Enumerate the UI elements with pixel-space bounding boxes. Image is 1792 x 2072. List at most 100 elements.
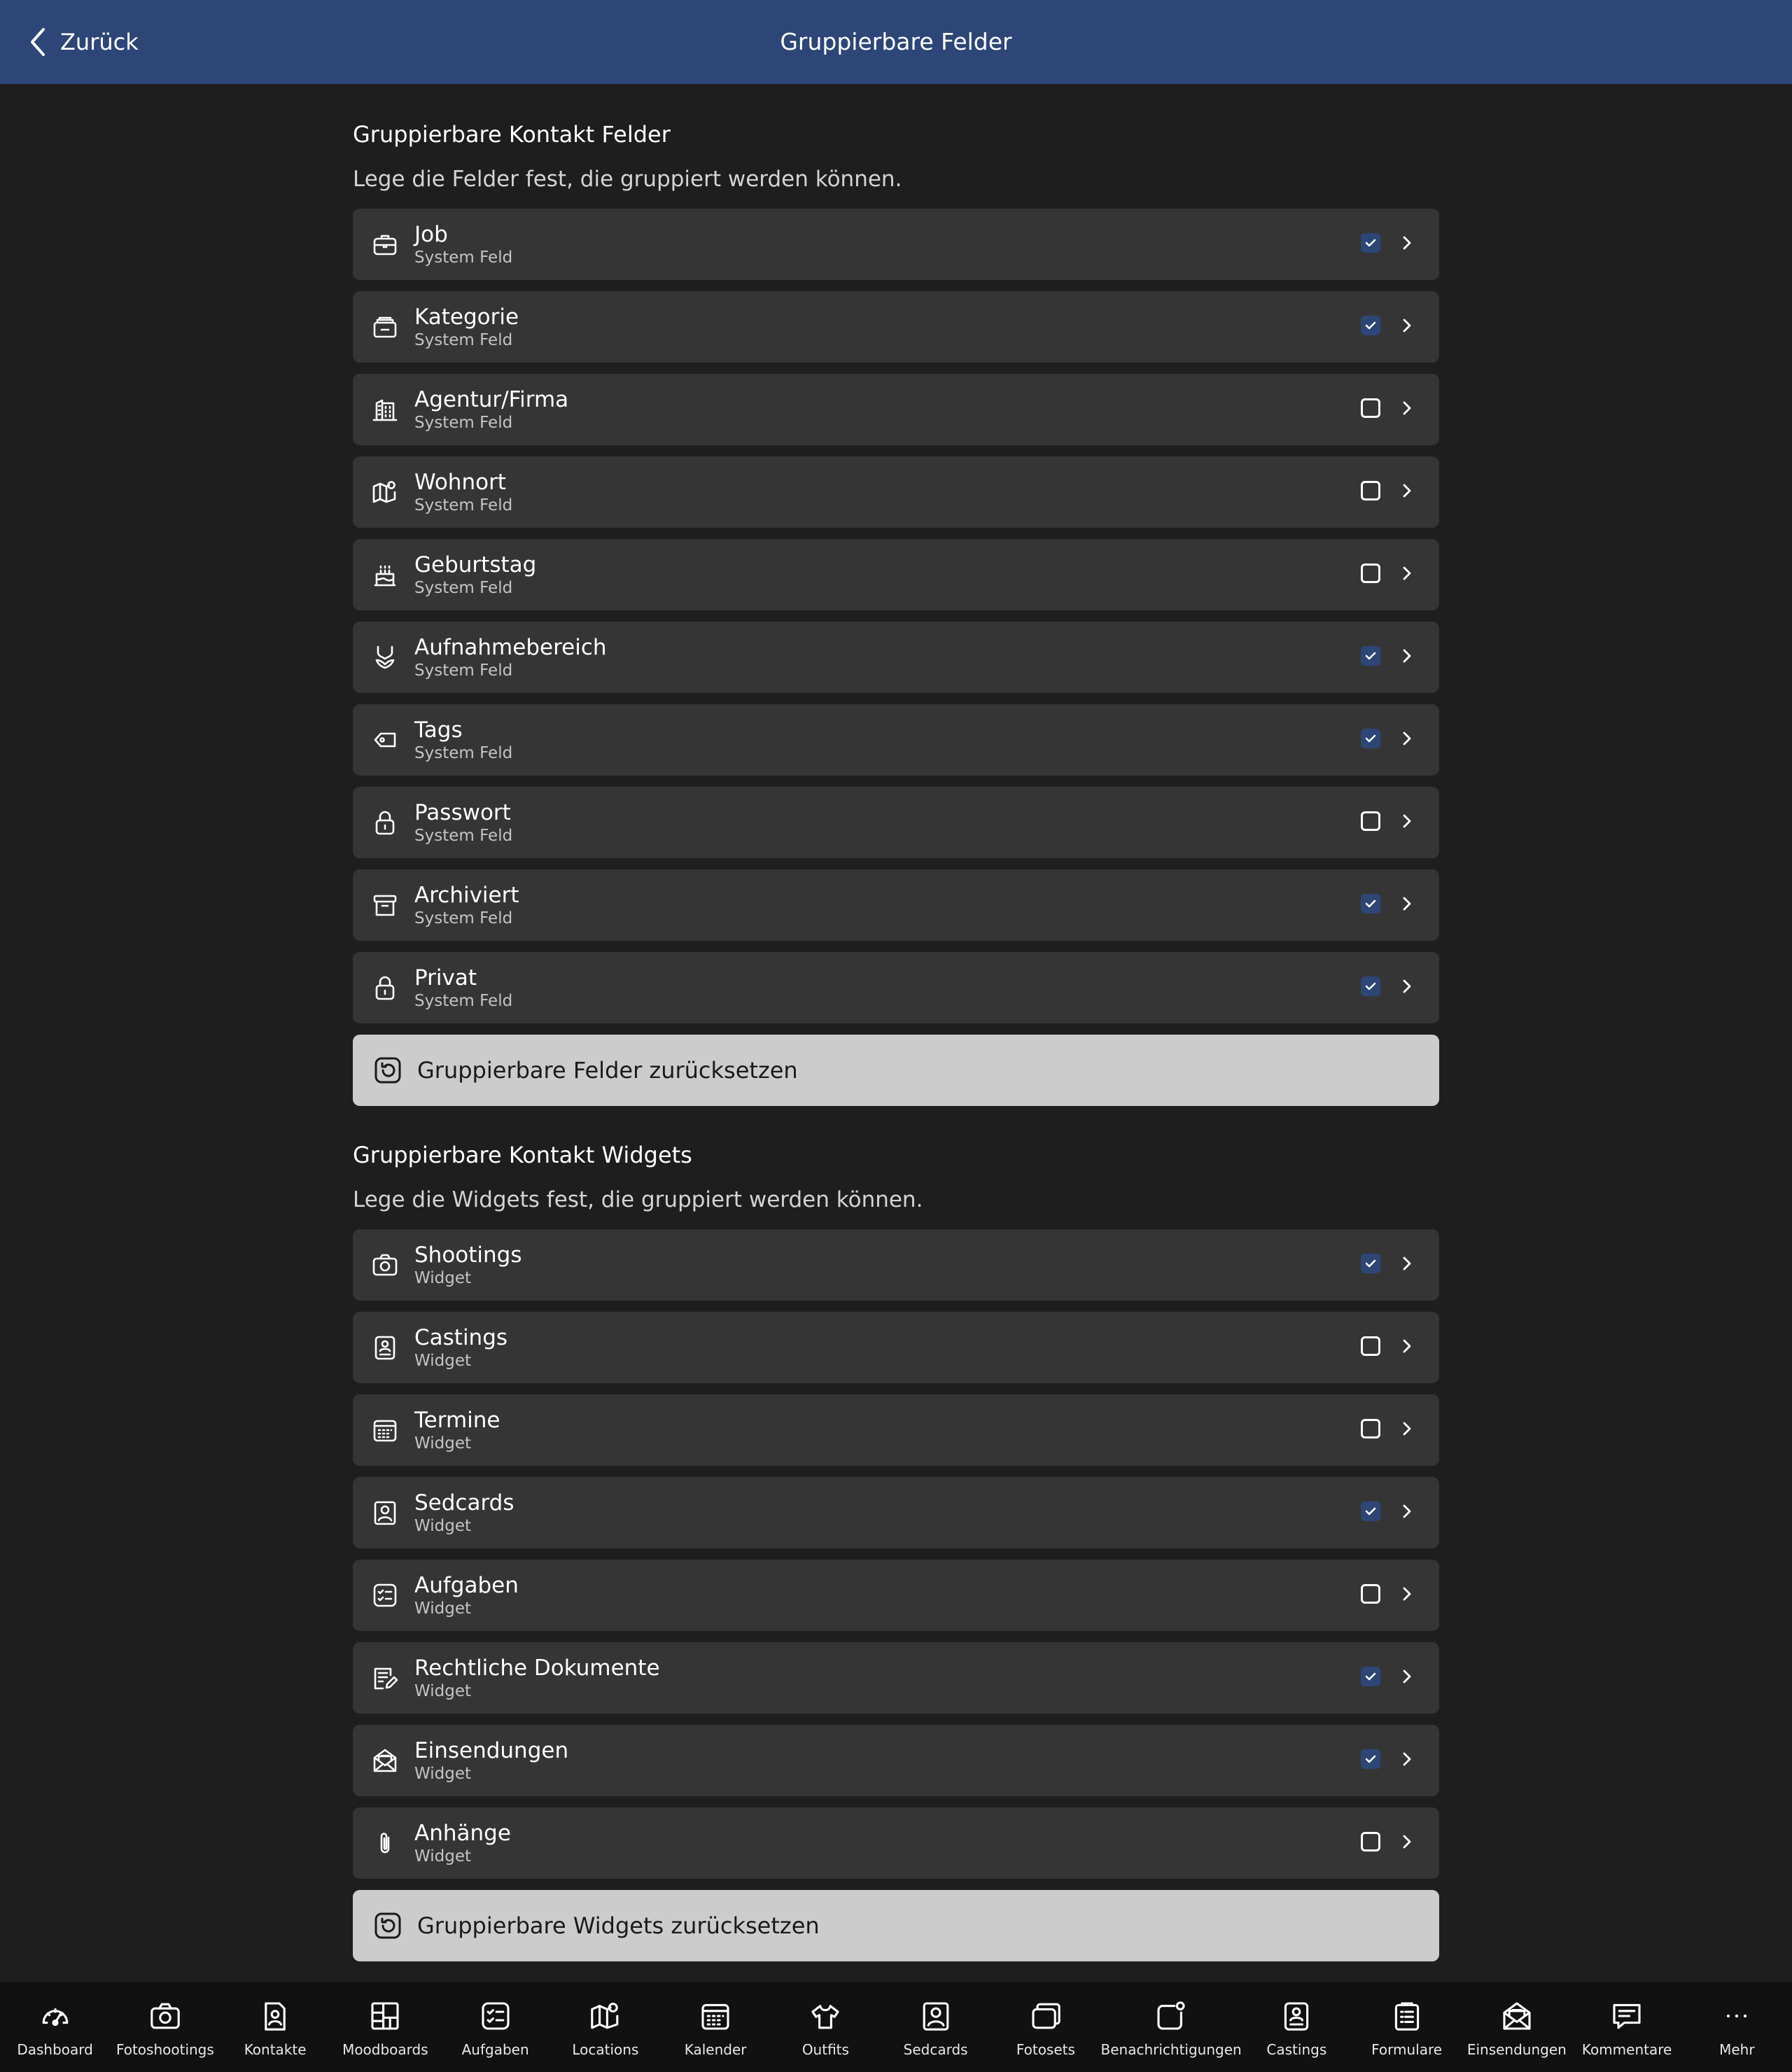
list-item-wohnort[interactable]: Wohnort System Feld <box>353 456 1439 528</box>
tab-formulare[interactable]: Formulare <box>1352 1982 1462 2072</box>
widgets-list: Shootings Widget Castings Widget Termine… <box>353 1229 1439 1879</box>
tab-label: Einsendungen <box>1466 2041 1567 2058</box>
checklist-icon <box>479 1999 512 2033</box>
fields-section-title: Gruppierbare Kontakt Felder <box>353 121 671 148</box>
list-item-title: Passwort <box>414 800 511 825</box>
reset-widgets-button[interactable]: Gruppierbare Widgets zurücksetzen <box>353 1890 1439 1961</box>
checkbox[interactable] <box>1361 646 1380 666</box>
shirt-icon <box>808 1999 842 2033</box>
checkbox[interactable] <box>1361 1502 1380 1521</box>
tab-dashboard[interactable]: Dashboard <box>0 1982 110 2072</box>
chevron-right-icon <box>1403 484 1411 498</box>
cake-icon <box>370 559 400 590</box>
calendar-icon <box>699 1999 732 2033</box>
tab-fotosets[interactable]: Fotosets <box>990 1982 1100 2072</box>
checkbox[interactable] <box>1361 976 1380 996</box>
list-item-anhänge[interactable]: Anhänge Widget <box>353 1807 1439 1879</box>
chevron-right-icon <box>1403 401 1411 415</box>
tab-label: Kommentare <box>1581 2041 1672 2058</box>
checkbox[interactable] <box>1361 894 1380 913</box>
tab-kalender[interactable]: Kalender <box>661 1982 771 2072</box>
list-item-kategorie[interactable]: Kategorie System Feld <box>353 291 1439 363</box>
checkbox[interactable] <box>1361 1336 1380 1356</box>
list-item-subtitle: System Feld <box>414 331 513 349</box>
tab-einsendungen[interactable]: Einsendungen <box>1462 1982 1572 2072</box>
list-item-title: Shootings <box>414 1242 522 1268</box>
checkbox[interactable] <box>1361 1584 1380 1604</box>
tab-kommentare[interactable]: Kommentare <box>1572 1982 1681 2072</box>
list-item-subtitle: System Feld <box>414 579 513 597</box>
list-item-subtitle: Widget <box>414 1682 471 1700</box>
checkbox[interactable] <box>1361 729 1380 748</box>
checkbox[interactable] <box>1361 398 1380 418</box>
list-item-sedcards[interactable]: Sedcards Widget <box>353 1477 1439 1548</box>
list-item-subtitle: Widget <box>414 1847 471 1865</box>
clipboard-icon <box>1390 1999 1424 2033</box>
checkbox[interactable] <box>1361 233 1380 253</box>
tab-label: Aufgaben <box>461 2041 529 2058</box>
list-item-title: Castings <box>414 1325 508 1350</box>
list-item-privat[interactable]: Privat System Feld <box>353 952 1439 1023</box>
checkbox[interactable] <box>1361 316 1380 335</box>
list-item-einsendungen[interactable]: Einsendungen Widget <box>353 1725 1439 1796</box>
list-item-aufgaben[interactable]: Aufgaben Widget <box>353 1560 1439 1631</box>
tab-label: Sedcards <box>903 2041 968 2058</box>
tab-sedcards[interactable]: Sedcards <box>881 1982 990 2072</box>
list-item-title: Archiviert <box>414 883 519 908</box>
list-item-aufnahmebereich[interactable]: Aufnahmebereich System Feld <box>353 622 1439 693</box>
chevron-right-icon <box>1403 1339 1411 1353</box>
list-item-termine[interactable]: Termine Widget <box>353 1394 1439 1466</box>
list-item-agentur-firma[interactable]: Agentur/Firma System Feld <box>353 374 1439 445</box>
chevron-right-icon <box>1403 318 1411 332</box>
reset-fields-button[interactable]: Gruppierbare Felder zurücksetzen <box>353 1035 1439 1106</box>
checkbox[interactable] <box>1361 1419 1380 1438</box>
chevron-right-icon <box>1403 1256 1411 1270</box>
chevron-right-icon <box>1403 566 1411 580</box>
chevron-right-icon <box>1403 897 1411 911</box>
list-item-geburtstag[interactable]: Geburtstag System Feld <box>353 539 1439 610</box>
tab-locations[interactable]: Locations <box>550 1982 660 2072</box>
tab-outfits[interactable]: Outfits <box>771 1982 881 2072</box>
list-item-title: Rechtliche Dokumente <box>414 1656 660 1681</box>
list-item-subtitle: System Feld <box>414 662 513 680</box>
checkbox[interactable] <box>1361 1667 1380 1686</box>
list-item-shootings[interactable]: Shootings Widget <box>353 1229 1439 1301</box>
chevron-right-icon <box>1403 649 1411 663</box>
widgets-section-description: Lege die Widgets fest, die gruppiert wer… <box>353 1187 923 1212</box>
list-item-passwort[interactable]: Passwort System Feld <box>353 787 1439 858</box>
gauge-icon <box>38 1999 72 2033</box>
checkbox[interactable] <box>1361 1749 1380 1769</box>
checkbox[interactable] <box>1361 1832 1380 1851</box>
list-item-rechtliche-dokumente[interactable]: Rechtliche Dokumente Widget <box>353 1642 1439 1714</box>
tab-mehr[interactable]: Mehr <box>1682 1982 1792 2072</box>
checkmark-icon <box>1365 652 1376 660</box>
comment-icon <box>1610 1999 1644 2033</box>
list-item-archiviert[interactable]: Archiviert System Feld <box>353 869 1439 941</box>
list-item-tags[interactable]: Tags System Feld <box>353 704 1439 776</box>
id-card-icon <box>370 1332 400 1363</box>
tab-label: Castings <box>1266 2041 1327 2058</box>
tab-label: Outfits <box>802 2041 849 2058</box>
checkbox[interactable] <box>1361 481 1380 500</box>
list-item-title: Termine <box>414 1408 500 1433</box>
tab-fotoshootings[interactable]: Fotoshootings <box>110 1982 220 2072</box>
checkbox[interactable] <box>1361 564 1380 583</box>
tab-aufgaben[interactable]: Aufgaben <box>440 1982 550 2072</box>
list-item-castings[interactable]: Castings Widget <box>353 1312 1439 1383</box>
tab-moodboards[interactable]: Moodboards <box>330 1982 440 2072</box>
building-icon <box>370 394 400 425</box>
list-item-title: Anhänge <box>414 1821 511 1846</box>
tab-kontakte[interactable]: Kontakte <box>220 1982 330 2072</box>
list-item-title: Privat <box>414 965 477 990</box>
contact-icon <box>258 1999 292 2033</box>
reset-icon <box>372 1910 403 1941</box>
checkbox[interactable] <box>1361 1254 1380 1273</box>
list-item-job[interactable]: Job System Feld <box>353 209 1439 280</box>
chevron-right-icon <box>1403 1587 1411 1601</box>
checkmark-icon <box>1365 734 1376 743</box>
tab-castings[interactable]: Castings <box>1242 1982 1352 2072</box>
tag-icon <box>370 724 400 755</box>
checkbox[interactable] <box>1361 811 1380 831</box>
tab-benachrichtigungen[interactable]: Benachrichtigungen <box>1101 1982 1242 2072</box>
chevron-right-icon <box>1403 1752 1411 1766</box>
